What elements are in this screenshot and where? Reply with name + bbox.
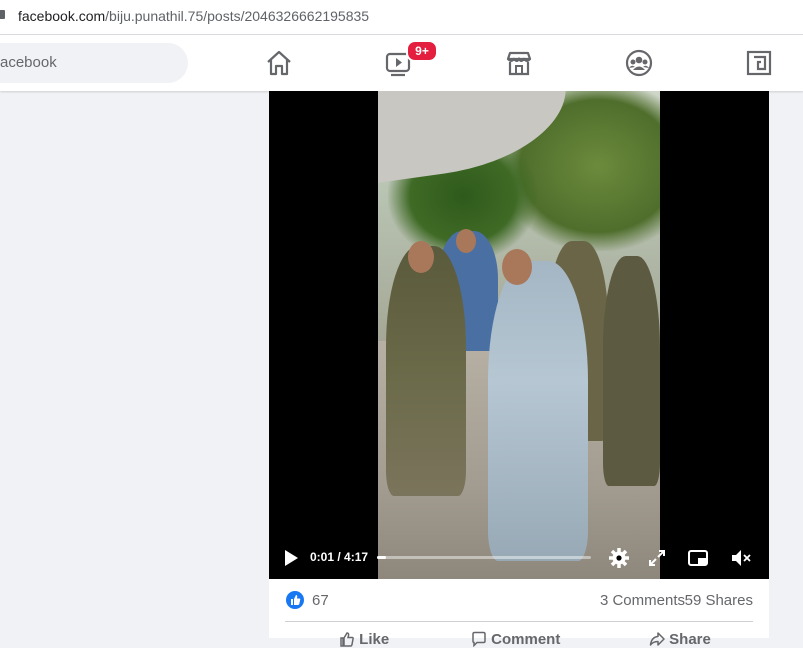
video-frame — [378, 91, 660, 579]
video-player[interactable]: 0:01 / 4:17 — [269, 91, 769, 579]
video-person — [488, 261, 588, 561]
share-label: Share — [669, 631, 711, 648]
like-label: Like — [359, 631, 390, 648]
video-person-head — [408, 241, 434, 273]
home-icon[interactable] — [264, 48, 294, 78]
picture-in-picture-icon[interactable] — [687, 547, 709, 569]
lock-icon — [0, 10, 5, 19]
video-progress-fill — [377, 556, 386, 559]
like-icon — [340, 632, 354, 647]
share-button[interactable]: Share — [649, 631, 711, 648]
search-text: acebook — [0, 54, 57, 71]
fullscreen-icon[interactable] — [646, 547, 668, 569]
video-time: 0:01 / 4:17 — [310, 550, 369, 564]
like-count[interactable]: 67 — [312, 592, 329, 609]
video-progress-bar[interactable] — [377, 556, 591, 559]
facebook-top-bar: acebook — [0, 35, 803, 91]
video-person — [386, 246, 466, 496]
like-reaction-icon[interactable] — [286, 591, 304, 609]
video-person — [603, 256, 660, 486]
video-person-head — [456, 229, 476, 253]
mute-icon[interactable] — [730, 547, 752, 569]
video-controls: 0:01 / 4:17 — [269, 539, 769, 579]
play-icon[interactable] — [285, 550, 298, 566]
action-divider — [285, 621, 753, 622]
groups-icon[interactable] — [624, 48, 654, 78]
settings-gear-icon[interactable] — [608, 547, 630, 569]
browser-address-bar[interactable]: facebook.com/biju.punathil.75/posts/2046… — [0, 0, 803, 35]
url-domain: facebook.com — [18, 8, 106, 24]
gaming-icon[interactable] — [744, 48, 774, 78]
share-count[interactable]: 59 Shares — [685, 592, 753, 609]
share-icon — [649, 632, 665, 646]
video-person-head — [502, 249, 532, 285]
comment-icon — [472, 631, 486, 647]
marketplace-icon[interactable] — [504, 48, 534, 78]
search-input[interactable]: acebook — [0, 43, 188, 83]
post-stats: 67 3 Comments 59 Shares — [269, 579, 769, 623]
post-card: 0:01 / 4:17 67 3 Comments 59 Shares Like… — [269, 91, 769, 648]
url-text[interactable]: facebook.com/biju.punathil.75/posts/2046… — [18, 8, 369, 24]
comment-count[interactable]: 3 Comments — [600, 592, 685, 609]
url-path: /biju.punathil.75/posts/2046326662195835 — [105, 8, 370, 24]
watch-notification-badge: 9+ — [406, 40, 438, 62]
like-button[interactable]: Like — [339, 631, 390, 648]
comment-label: Comment — [491, 631, 561, 648]
comment-button[interactable]: Comment — [471, 631, 561, 648]
